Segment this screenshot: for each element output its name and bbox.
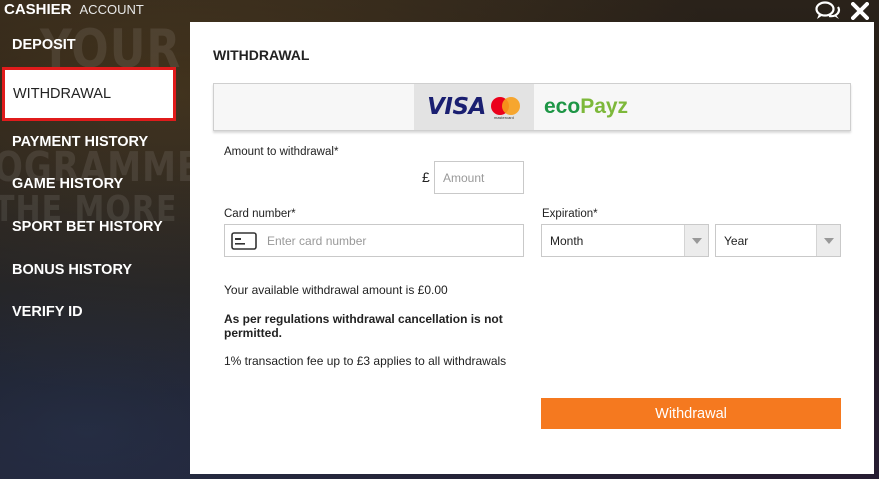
sidebar-item-verify-id[interactable]: VERIFY ID — [0, 291, 186, 334]
payment-method-visa-mastercard[interactable]: VISA mastercard — [414, 84, 534, 130]
card-number-input[interactable]: Enter card number — [224, 224, 524, 257]
currency-symbol: £ — [422, 169, 430, 185]
dropdown-arrow-icon — [816, 225, 840, 256]
card-number-label: Card number* — [224, 208, 296, 220]
tab-cashier[interactable]: CASHIER — [4, 1, 72, 18]
visa-logo: VISA — [427, 94, 486, 120]
ecopayz-logo-payz: Payz — [580, 95, 629, 118]
regulation-notice: As per regulations withdrawal cancellati… — [224, 312, 503, 340]
withdrawal-panel: WITHDRAWAL VISA mastercard eco Payz Amoun… — [190, 22, 874, 474]
year-value: Year — [724, 233, 749, 248]
top-icons — [815, 1, 869, 21]
card-number-placeholder: Enter card number — [267, 233, 367, 248]
sidebar-item-withdrawal[interactable]: WITHDRAWAL — [2, 66, 176, 121]
mastercard-logo: mastercard — [490, 97, 521, 120]
withdrawal-button[interactable]: Withdrawal — [541, 398, 841, 429]
fee-notice: 1% transaction fee up to £3 applies to a… — [224, 354, 507, 368]
sidebar-item-payment-history[interactable]: PAYMENT HISTORY — [0, 121, 186, 164]
payment-methods: VISA mastercard eco Payz — [213, 83, 851, 131]
expiration-year-select[interactable]: Year — [715, 224, 841, 257]
amount-input[interactable]: Amount — [434, 161, 524, 194]
close-icon[interactable] — [851, 2, 869, 20]
sidebar-item-deposit[interactable]: DEPOSIT — [0, 24, 186, 67]
expiration-month-select[interactable]: Month — [541, 224, 709, 257]
available-amount-text: Your available withdrawal amount is £0.0… — [224, 283, 448, 297]
sidebar-item-game-history[interactable]: GAME HISTORY — [0, 163, 186, 206]
amount-label: Amount to withdrawal* — [224, 146, 339, 158]
chat-icon[interactable] — [815, 1, 841, 21]
month-value: Month — [550, 233, 584, 248]
payment-method-ecopayz[interactable]: eco Payz — [544, 84, 644, 130]
top-tabs: CASHIER ACCOUNT — [4, 1, 144, 18]
page-title: WITHDRAWAL — [213, 47, 310, 63]
cashier-sidebar: DEPOSIT WITHDRAWAL PAYMENT HISTORY GAME … — [0, 24, 186, 334]
sidebar-item-sport-bet-history[interactable]: SPORT BET HISTORY — [0, 206, 186, 249]
expiration-label: Expiration* — [542, 208, 598, 220]
card-icon — [231, 232, 257, 253]
dropdown-arrow-icon — [684, 225, 708, 256]
sidebar-item-bonus-history[interactable]: BONUS HISTORY — [0, 248, 186, 291]
ecopayz-logo-eco: eco — [544, 95, 581, 118]
amount-placeholder: Amount — [443, 170, 485, 185]
tab-account[interactable]: ACCOUNT — [80, 2, 144, 17]
